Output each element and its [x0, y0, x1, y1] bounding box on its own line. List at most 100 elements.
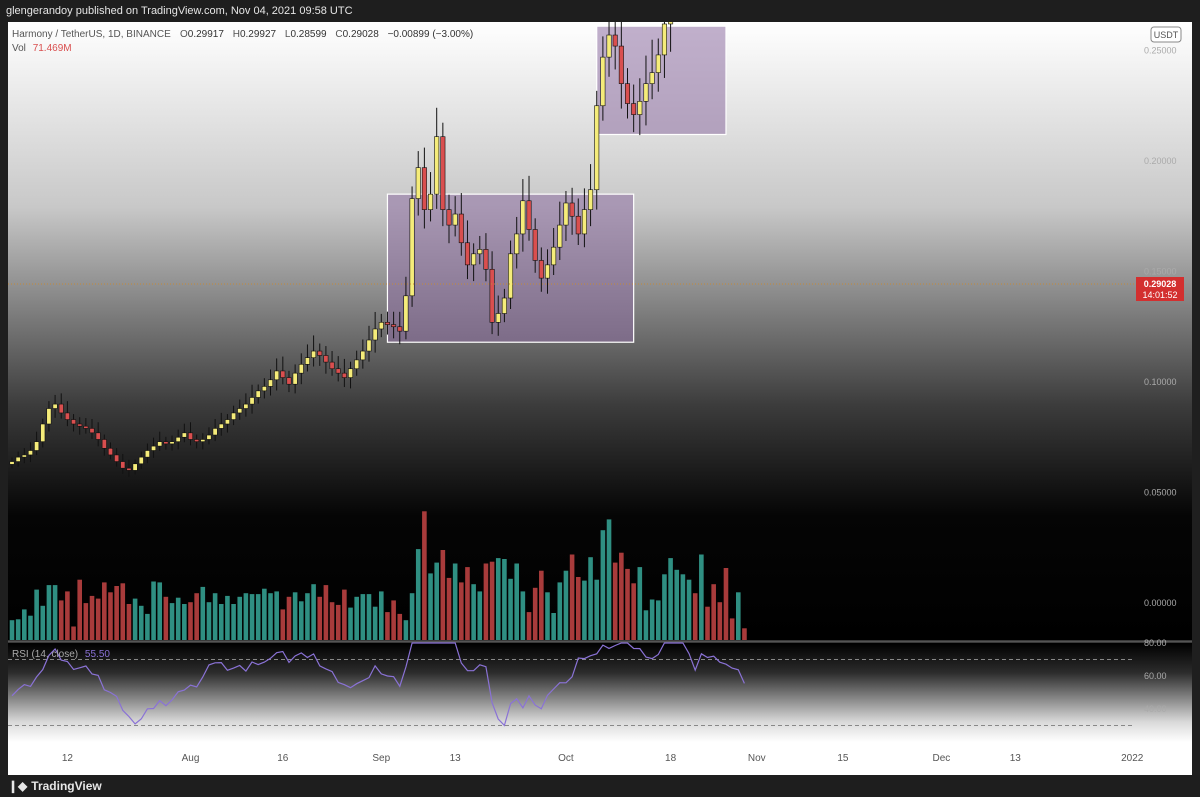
time-tick: 13 — [450, 753, 462, 764]
candle-body — [415, 167, 421, 199]
volume-bar — [120, 583, 126, 640]
tradingview-logo[interactable]: ❙◆ TradingView — [8, 775, 102, 797]
volume-bar — [606, 519, 612, 640]
price-axis-bg — [1135, 22, 1192, 640]
volume-bar — [520, 591, 526, 640]
volume-bar — [317, 596, 323, 640]
candle-body — [187, 432, 193, 440]
volume-bar — [514, 563, 520, 640]
candle-body — [366, 339, 372, 352]
volume-bar — [668, 558, 673, 640]
volume-bar — [379, 591, 384, 640]
time-tick: 13 — [1010, 753, 1022, 764]
volume-bar — [563, 570, 569, 640]
volume-bar — [163, 596, 169, 640]
candle-body — [249, 397, 255, 405]
candle-body — [551, 246, 557, 266]
price-tick: 0.15000 — [1144, 267, 1177, 277]
candle-body — [64, 412, 70, 420]
volume-bar — [89, 595, 95, 640]
time-tick: 12 — [62, 753, 74, 764]
volume-bar — [182, 604, 187, 640]
candle-body — [458, 213, 464, 244]
high-label: H — [233, 29, 240, 40]
price-tick: 0.05000 — [1144, 488, 1177, 498]
candle-body — [212, 428, 218, 436]
volume-bar — [108, 592, 113, 640]
volume-bar — [686, 579, 692, 640]
volume-bar — [329, 602, 335, 640]
candle-body — [649, 72, 655, 84]
volume-bar — [268, 593, 273, 640]
candle-body — [508, 253, 514, 299]
candle-body — [77, 423, 83, 427]
volume-bar — [575, 577, 581, 640]
candle-body — [194, 439, 200, 442]
close-value: 0.29028 — [343, 29, 380, 40]
candle-body — [95, 432, 101, 440]
price-tick: 0.10000 — [1144, 377, 1177, 387]
time-tick: 18 — [665, 753, 677, 764]
candle-body — [144, 450, 150, 458]
price-tag-value: 0.29028 — [1144, 279, 1177, 289]
price-tick: 0.25000 — [1144, 46, 1177, 56]
rsi-tick: 80.00 — [1144, 638, 1167, 648]
candle-body — [71, 419, 77, 425]
candle-body — [298, 364, 304, 374]
low-value: 0.28599 — [290, 29, 327, 40]
volume-bar — [58, 600, 64, 640]
volume-bar — [526, 612, 532, 640]
volume-bar — [594, 579, 600, 640]
volume-bar — [428, 573, 433, 640]
candle-body — [520, 200, 526, 235]
volume-bar — [65, 591, 70, 640]
high-value: 0.29927 — [240, 29, 277, 40]
volume-bar — [311, 584, 316, 640]
candle-body — [661, 23, 667, 56]
candle-body — [151, 445, 157, 451]
trading-chart[interactable]: 0.500000.450000.400000.350000.300000.250… — [0, 22, 1200, 775]
candle-body — [280, 370, 286, 378]
volume-bar — [385, 612, 390, 640]
volume-bar — [200, 586, 206, 640]
candle-body — [495, 313, 501, 323]
volume-bar — [502, 559, 507, 640]
candle-body — [581, 209, 587, 235]
candle-body — [206, 434, 212, 440]
volume-bar — [9, 620, 15, 640]
volume-bar — [403, 620, 409, 640]
volume-bar — [452, 563, 458, 640]
volume-bar — [348, 607, 353, 640]
volume-bar — [557, 582, 563, 640]
candle-body — [286, 377, 292, 385]
time-tick: Aug — [182, 753, 200, 764]
candle-body — [526, 200, 532, 230]
price-tick: 0.00000 — [1144, 598, 1177, 608]
publish-text: glengerandoy published on TradingView.co… — [6, 5, 353, 17]
candle-body — [403, 295, 409, 332]
volume-bar — [711, 584, 716, 640]
candle-body — [606, 34, 612, 58]
volume-bar — [255, 594, 261, 640]
candle-body — [132, 463, 138, 471]
volume-bar — [95, 598, 101, 640]
candle-body — [563, 202, 569, 226]
candle-body — [624, 83, 630, 104]
candle-body — [557, 224, 563, 248]
close-label: C — [335, 29, 342, 40]
candle-body — [120, 461, 126, 469]
candle-body — [477, 249, 483, 255]
volume-bar — [372, 606, 378, 640]
candle-body — [341, 372, 347, 378]
candle-body — [101, 439, 107, 449]
rsi-label: RSI (14, close) — [12, 649, 78, 660]
candle-body — [643, 83, 649, 102]
candle-body — [181, 432, 187, 438]
volume-bar — [286, 596, 292, 640]
volume-bar — [169, 603, 175, 640]
volume-bar — [231, 604, 236, 640]
volume-bar — [262, 588, 267, 640]
time-tick: 2022 — [1121, 753, 1144, 764]
volume-bar — [114, 586, 119, 640]
candle-body — [378, 322, 384, 330]
